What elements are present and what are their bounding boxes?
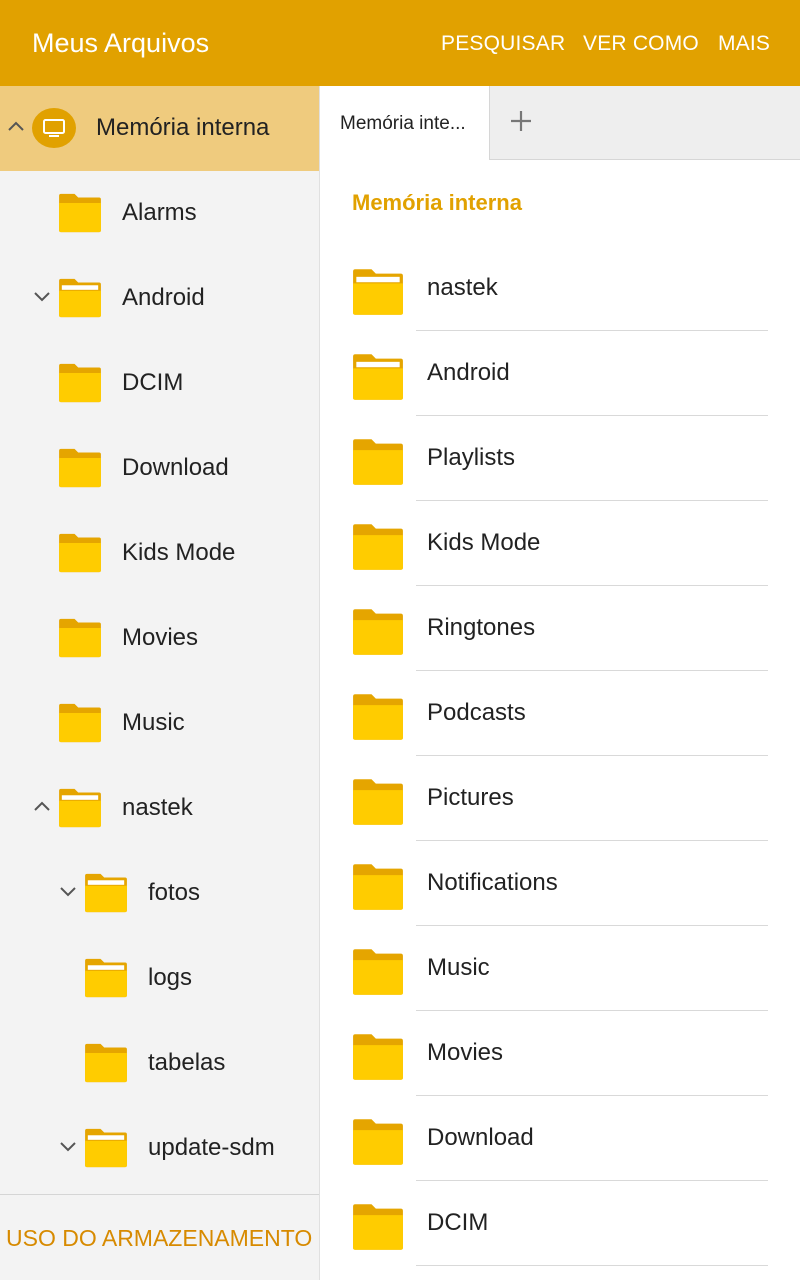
sidebar-item-android[interactable]: Android xyxy=(0,256,319,341)
folder-icon xyxy=(58,193,102,233)
folder-open-icon xyxy=(352,353,404,401)
folder-row-podcasts[interactable]: Podcasts xyxy=(320,671,800,756)
device-icon xyxy=(32,108,76,148)
folder-icon xyxy=(84,1043,128,1083)
sidebar-item-music[interactable]: Music xyxy=(0,681,319,766)
sidebar-item-fotos[interactable]: fotos xyxy=(0,851,319,936)
chevron-up-icon[interactable] xyxy=(32,796,52,816)
app-bar: Meus Arquivos PESQUISAR VER COMO MAIS xyxy=(0,0,800,86)
chevron-down-icon[interactable] xyxy=(58,881,78,901)
chevron-up-icon[interactable] xyxy=(6,116,26,136)
location-title: Memória interna xyxy=(352,190,522,215)
app-title: Meus Arquivos xyxy=(32,28,210,58)
sidebar-item-label: Movies xyxy=(122,624,199,651)
folder-icon xyxy=(58,703,102,743)
folder-name: Movies xyxy=(427,1039,504,1066)
folder-row-dcim[interactable]: DCIM xyxy=(320,1181,800,1266)
sidebar-item-label: tabelas xyxy=(148,1049,226,1076)
sidebar-item-label: DCIM xyxy=(122,369,184,396)
sidebar-item-kids-mode[interactable]: Kids Mode xyxy=(0,511,319,596)
sidebar-item-label: Music xyxy=(122,709,185,736)
folder-row-download[interactable]: Download xyxy=(320,1096,800,1181)
sidebar-item-label: Kids Mode xyxy=(122,539,236,566)
sidebar-item-update-sdm[interactable]: update-sdm xyxy=(0,1106,319,1191)
sidebar-item-logs[interactable]: logs xyxy=(0,936,319,1021)
folder-icon xyxy=(352,438,404,486)
folder-row-playlists[interactable]: Playlists xyxy=(320,416,800,501)
view-as-button[interactable]: VER COMO xyxy=(583,32,699,56)
folder-name: Android xyxy=(427,359,510,386)
folder-row-pictures[interactable]: Pictures xyxy=(320,756,800,841)
sidebar-item-download[interactable]: Download xyxy=(0,426,319,511)
folder-row-movies[interactable]: Movies xyxy=(320,1011,800,1096)
tab-label: Memória inte... xyxy=(340,113,466,134)
folder-icon xyxy=(352,693,404,741)
folder-row-notifications[interactable]: Notifications xyxy=(320,841,800,926)
sidebar-root-label: Memória interna xyxy=(96,114,270,141)
sidebar-item-alarms[interactable]: Alarms xyxy=(0,171,319,256)
folder-icon xyxy=(352,948,404,996)
sidebar-item-movies[interactable]: Movies xyxy=(0,596,319,681)
sidebar: Memória interna Alarms Android DCIM Downloa… xyxy=(0,86,320,1280)
folder-icon xyxy=(352,1203,404,1251)
folder-name: Pictures xyxy=(427,784,514,811)
sidebar-root-internal-storage[interactable]: Memória interna xyxy=(0,86,319,171)
folder-icon xyxy=(58,533,102,573)
folder-name: Playlists xyxy=(427,444,516,471)
folder-name: DCIM xyxy=(427,1209,489,1236)
search-button[interactable]: PESQUISAR xyxy=(441,32,565,56)
folder-icon xyxy=(352,608,404,656)
folder-open-icon xyxy=(352,268,404,316)
folder-row-nastek[interactable]: nastek xyxy=(320,246,800,331)
sidebar-item-label: logs xyxy=(148,964,193,991)
folder-row-music[interactable]: Music xyxy=(320,926,800,1011)
folder-row-ringtones[interactable]: Ringtones xyxy=(320,586,800,671)
folder-icon xyxy=(352,523,404,571)
folder-open-icon xyxy=(84,958,128,998)
folder-name: Ringtones xyxy=(427,614,536,641)
storage-usage-link[interactable]: USO DO ARMAZENAMENTO xyxy=(6,1225,312,1252)
sidebar-item-label: nastek xyxy=(122,794,193,821)
folder-icon xyxy=(352,1118,404,1166)
folder-name: nastek xyxy=(427,274,498,301)
folder-icon xyxy=(352,1033,404,1081)
sidebar-item-label: update-sdm xyxy=(148,1134,275,1161)
chevron-down-icon[interactable] xyxy=(32,286,52,306)
sidebar-item-nastek[interactable]: nastek xyxy=(0,766,319,851)
sidebar-item-label: fotos xyxy=(148,879,201,906)
sidebar-item-label: Download xyxy=(122,454,229,481)
tab-internal-storage[interactable]: Memória inte... xyxy=(320,86,490,160)
folder-name: Podcasts xyxy=(427,699,526,726)
folder-open-icon xyxy=(58,788,102,828)
folder-name: Music xyxy=(427,954,490,981)
folder-icon xyxy=(352,778,404,826)
sidebar-item-label: Android xyxy=(122,284,205,311)
folder-open-icon xyxy=(84,1128,128,1168)
folder-row-kids-mode[interactable]: Kids Mode xyxy=(320,501,800,586)
folder-icon xyxy=(58,363,102,403)
storage-usage-footer: USO DO ARMAZENAMENTO xyxy=(0,1194,319,1280)
sidebar-item-label: Alarms xyxy=(122,199,197,226)
folder-icon xyxy=(58,618,102,658)
sidebar-item-dcim[interactable]: DCIM xyxy=(0,341,319,426)
folder-name: Notifications xyxy=(427,869,558,896)
chevron-down-icon[interactable] xyxy=(58,1136,78,1156)
folder-icon xyxy=(352,863,404,911)
tab-bar: Memória inte... xyxy=(320,86,800,160)
row-divider xyxy=(416,1265,768,1266)
more-button[interactable]: MAIS xyxy=(718,32,770,56)
folder-open-icon xyxy=(84,873,128,913)
folder-icon xyxy=(58,448,102,488)
folder-name: Kids Mode xyxy=(427,529,541,556)
sidebar-item-tabelas[interactable]: tabelas xyxy=(0,1021,319,1106)
folder-row-android[interactable]: Android xyxy=(320,331,800,416)
folder-name: Download xyxy=(427,1124,534,1151)
folder-open-icon xyxy=(58,278,102,318)
plus-icon[interactable] xyxy=(506,106,536,136)
